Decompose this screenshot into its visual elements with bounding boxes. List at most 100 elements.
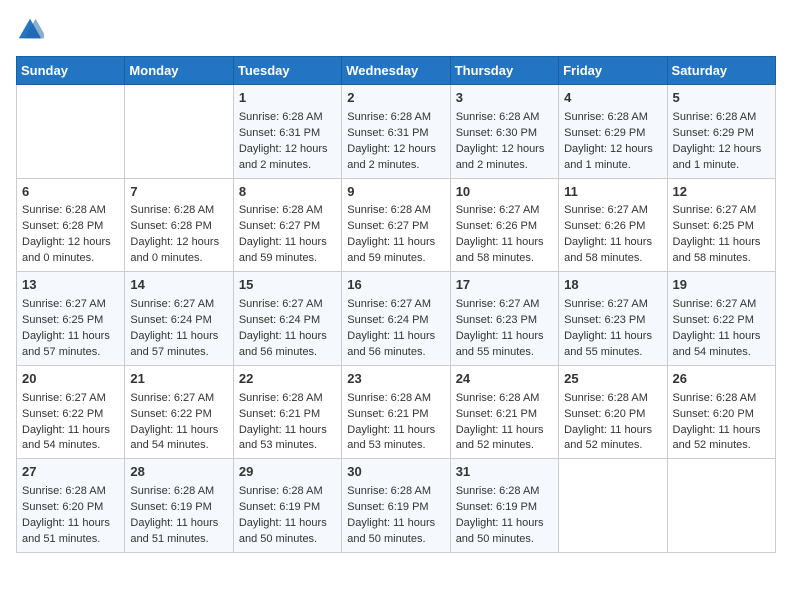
col-header-monday: Monday <box>125 57 233 85</box>
day-info: Daylight: 11 hours and 51 minutes. <box>22 516 119 548</box>
day-number: 30 <box>347 463 444 482</box>
day-info: Daylight: 11 hours and 52 minutes. <box>456 423 553 455</box>
col-header-sunday: Sunday <box>17 57 125 85</box>
day-info: Sunrise: 6:27 AM <box>239 297 336 313</box>
day-info: Sunset: 6:24 PM <box>130 313 227 329</box>
calendar-cell <box>667 459 775 553</box>
day-number: 22 <box>239 370 336 389</box>
calendar-cell: 31Sunrise: 6:28 AMSunset: 6:19 PMDayligh… <box>450 459 558 553</box>
day-info: Sunrise: 6:28 AM <box>347 203 444 219</box>
day-info: Sunrise: 6:27 AM <box>22 297 119 313</box>
calendar-cell: 23Sunrise: 6:28 AMSunset: 6:21 PMDayligh… <box>342 365 450 459</box>
day-info: Daylight: 11 hours and 50 minutes. <box>239 516 336 548</box>
logo <box>16 16 48 44</box>
col-header-thursday: Thursday <box>450 57 558 85</box>
day-info: Sunset: 6:21 PM <box>347 407 444 423</box>
calendar-cell: 25Sunrise: 6:28 AMSunset: 6:20 PMDayligh… <box>559 365 667 459</box>
day-info: Sunset: 6:28 PM <box>22 219 119 235</box>
day-number: 1 <box>239 89 336 108</box>
day-info: Sunrise: 6:27 AM <box>456 203 553 219</box>
day-number: 7 <box>130 183 227 202</box>
day-info: Sunset: 6:30 PM <box>456 126 553 142</box>
day-number: 23 <box>347 370 444 389</box>
day-number: 9 <box>347 183 444 202</box>
day-info: Sunrise: 6:28 AM <box>130 203 227 219</box>
day-info: Sunset: 6:22 PM <box>22 407 119 423</box>
day-info: Daylight: 11 hours and 59 minutes. <box>347 235 444 267</box>
day-info: Sunset: 6:20 PM <box>673 407 770 423</box>
day-info: Sunrise: 6:27 AM <box>456 297 553 313</box>
day-info: Sunrise: 6:28 AM <box>456 484 553 500</box>
day-number: 29 <box>239 463 336 482</box>
day-info: Sunset: 6:29 PM <box>673 126 770 142</box>
calendar-cell: 12Sunrise: 6:27 AMSunset: 6:25 PMDayligh… <box>667 178 775 272</box>
day-info: Daylight: 11 hours and 53 minutes. <box>239 423 336 455</box>
day-info: Daylight: 11 hours and 54 minutes. <box>130 423 227 455</box>
week-row: 27Sunrise: 6:28 AMSunset: 6:20 PMDayligh… <box>17 459 776 553</box>
day-info: Daylight: 11 hours and 59 minutes. <box>239 235 336 267</box>
week-row: 6Sunrise: 6:28 AMSunset: 6:28 PMDaylight… <box>17 178 776 272</box>
day-number: 20 <box>22 370 119 389</box>
day-info: Daylight: 11 hours and 58 minutes. <box>673 235 770 267</box>
calendar-cell: 5Sunrise: 6:28 AMSunset: 6:29 PMDaylight… <box>667 85 775 179</box>
day-info: Daylight: 11 hours and 56 minutes. <box>239 329 336 361</box>
day-info: Daylight: 11 hours and 52 minutes. <box>564 423 661 455</box>
day-info: Sunset: 6:31 PM <box>347 126 444 142</box>
calendar-cell: 30Sunrise: 6:28 AMSunset: 6:19 PMDayligh… <box>342 459 450 553</box>
calendar-cell: 29 Sunrise: 6:28 AMSunset: 6:19 PMDayligh… <box>233 459 341 553</box>
day-info: Daylight: 12 hours and 1 minute. <box>564 142 661 174</box>
day-number: 26 <box>673 370 770 389</box>
day-info: Daylight: 12 hours and 2 minutes. <box>347 142 444 174</box>
day-info: Daylight: 12 hours and 1 minute. <box>673 142 770 174</box>
day-info: Sunrise: 6:27 AM <box>22 391 119 407</box>
calendar-cell <box>559 459 667 553</box>
calendar-cell: 17Sunrise: 6:27 AMSunset: 6:23 PMDayligh… <box>450 272 558 366</box>
calendar-cell: 11Sunrise: 6:27 AMSunset: 6:26 PMDayligh… <box>559 178 667 272</box>
day-info: Sunset: 6:23 PM <box>456 313 553 329</box>
day-info: Sunset: 6:24 PM <box>347 313 444 329</box>
calendar-cell: 8Sunrise: 6:28 AMSunset: 6:27 PMDaylight… <box>233 178 341 272</box>
day-info: Sunset: 6:26 PM <box>564 219 661 235</box>
week-row: 20 Sunrise: 6:27 AMSunset: 6:22 PM Dayligh… <box>17 365 776 459</box>
calendar-cell: 27Sunrise: 6:28 AMSunset: 6:20 PMDayligh… <box>17 459 125 553</box>
calendar-cell: 3Sunrise: 6:28 AMSunset: 6:30 PMDaylight… <box>450 85 558 179</box>
day-info: Sunset: 6:27 PM <box>347 219 444 235</box>
day-info: Daylight: 11 hours and 52 minutes. <box>673 423 770 455</box>
day-info: Sunrise: 6:28 AM <box>564 110 661 126</box>
calendar-cell <box>17 85 125 179</box>
day-info: Sunrise: 6:27 AM <box>564 203 661 219</box>
day-info: Sunset: 6:23 PM <box>564 313 661 329</box>
day-info: Sunset: 6:20 PM <box>564 407 661 423</box>
day-info: Daylight: 11 hours and 55 minutes. <box>564 329 661 361</box>
col-header-saturday: Saturday <box>667 57 775 85</box>
day-info: Sunrise: 6:28 AM <box>239 391 336 407</box>
calendar-cell: 20Sunrise: 6:27 AMSunset: 6:22 PMDayligh… <box>17 365 125 459</box>
day-info: Sunrise: 6:28 AM <box>347 110 444 126</box>
day-info: Sunset: 6:28 PM <box>130 219 227 235</box>
day-info: Sunrise: 6:28 AM <box>22 484 119 500</box>
col-header-tuesday: Tuesday <box>233 57 341 85</box>
day-number: 5 <box>673 89 770 108</box>
day-info: Daylight: 11 hours and 54 minutes. <box>673 329 770 361</box>
calendar-cell: 7Sunrise: 6:28 AMSunset: 6:28 PMDaylight… <box>125 178 233 272</box>
day-info: Sunrise: 6:28 AM <box>673 391 770 407</box>
calendar-cell: 28Sunrise: 6:28 AMSunset: 6:19 PMDayligh… <box>125 459 233 553</box>
day-info: Sunrise: 6:28 AM <box>239 484 336 500</box>
day-info: Sunset: 6:27 PM <box>239 219 336 235</box>
calendar-cell: 22Sunrise: 6:28 AMSunset: 6:21 PMDayligh… <box>233 365 341 459</box>
day-number: 27 <box>22 463 119 482</box>
day-number: 31 <box>456 463 553 482</box>
week-row: 1Sunrise: 6:28 AMSunset: 6:31 PMDaylight… <box>17 85 776 179</box>
day-info: Daylight: 12 hours and 2 minutes. <box>456 142 553 174</box>
day-number: 8 <box>239 183 336 202</box>
day-number: 15 <box>239 276 336 295</box>
day-info: Sunrise: 6:28 AM <box>347 391 444 407</box>
day-info: Sunset: 6:24 PM <box>239 313 336 329</box>
week-row: 13Sunrise: 6:27 AMSunset: 6:25 PMDayligh… <box>17 272 776 366</box>
col-header-wednesday: Wednesday <box>342 57 450 85</box>
calendar-cell: 24Sunrise: 6:28 AMSunset: 6:21 PMDayligh… <box>450 365 558 459</box>
day-number: 24 <box>456 370 553 389</box>
day-info: Sunset: 6:26 PM <box>456 219 553 235</box>
calendar-cell: 1Sunrise: 6:28 AMSunset: 6:31 PMDaylight… <box>233 85 341 179</box>
day-info: Sunset: 6:19 PM <box>239 500 336 516</box>
